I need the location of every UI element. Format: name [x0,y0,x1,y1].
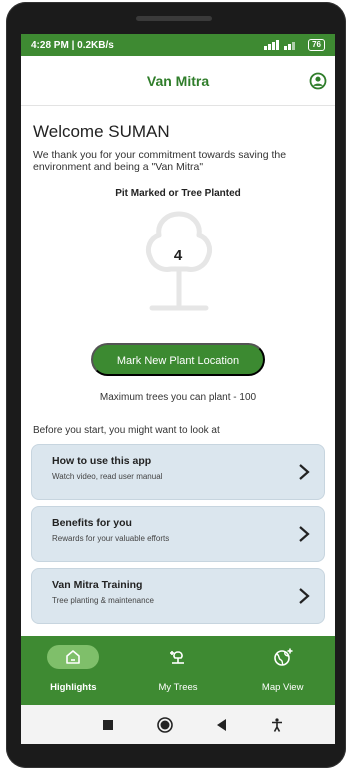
back-button-icon[interactable] [217,718,227,731]
card-subtitle: Rewards for your valuable efforts [52,534,170,543]
nav-label: Map View [261,682,304,693]
speaker-grille [136,16,212,21]
accessibility-icon[interactable] [271,717,283,732]
plant-icon [170,651,184,664]
nav-label: My Trees [158,682,198,693]
max-trees-note: Maximum trees you can plant - 100 [99,392,257,403]
app-title: Van Mitra [146,72,210,89]
card-how-to-use[interactable]: How to use this app Watch video, read us… [31,444,325,500]
card-title: Van Mitra Training [52,579,143,591]
globe-icon [273,648,293,666]
chevron-right-icon [299,588,310,604]
bottom-navigation: Highlights My Trees Map View [21,636,335,705]
mark-new-plant-location-button[interactable]: Mark New Plant Location [91,343,265,376]
card-title: How to use this app [52,455,152,467]
home-icon [66,650,81,664]
nav-my-trees[interactable]: My Trees [126,636,231,705]
recents-button-icon[interactable] [103,719,113,730]
welcome-message: We thank you for your commitment towards… [33,149,287,173]
app-bar: Van Mitra [21,56,335,106]
card-title: Benefits for you [52,517,132,529]
card-subtitle: Tree planting & maintenance [52,596,154,605]
nav-highlights[interactable]: Highlights [21,636,126,705]
status-bar: 4:28 PM | 0.2KB/s 76 [21,34,335,56]
signal-icon [264,40,296,50]
welcome-heading: Welcome SUMAN [33,122,170,141]
tree-count-value: 4 [173,247,183,264]
app-screen: 4:28 PM | 0.2KB/s 76 Van Mitra Welcome S… [21,34,335,744]
nav-icon-slot [257,645,309,669]
resources-heading: Before you start, you might want to look… [33,425,220,436]
tree-counter: 4 [33,210,323,322]
nav-active-pill [47,645,100,669]
main-content: Welcome SUMAN We thank you for your comm… [21,122,335,624]
account-circle-icon[interactable] [309,72,327,90]
resource-cards: How to use this app Watch video, read us… [31,444,325,624]
tree-count-label: Pit Marked or Tree Planted [115,188,241,199]
status-time: 4:28 PM | 0.2KB/s [31,39,114,51]
card-subtitle: Watch video, read user manual [52,472,163,481]
nav-icon-slot [152,645,204,669]
chevron-right-icon [299,526,310,542]
home-button-icon[interactable] [157,716,173,733]
system-navigation-bar [21,705,335,744]
nav-map-view[interactable]: Map View [230,636,335,705]
status-icons: 76 [264,39,325,51]
nav-label: Highlights [50,682,97,693]
card-benefits[interactable]: Benefits for you Rewards for your valuab… [31,506,325,562]
card-training[interactable]: Van Mitra Training Tree planting & maint… [31,568,325,624]
battery-icon: 76 [308,39,325,51]
chevron-right-icon [299,464,310,480]
